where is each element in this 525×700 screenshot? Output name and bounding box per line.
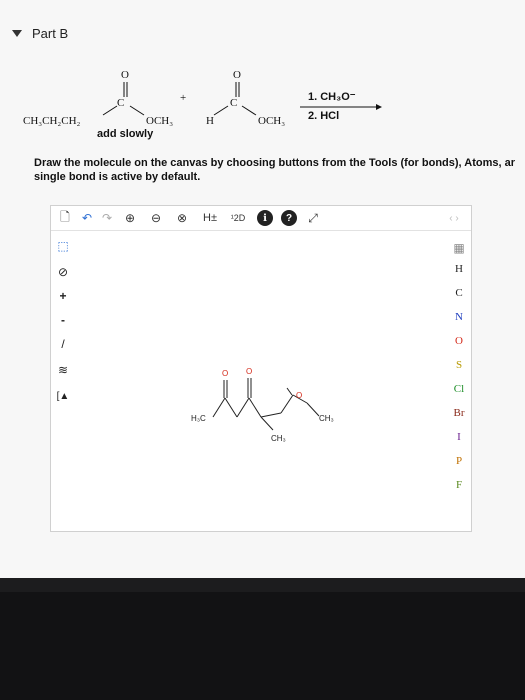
condition-2: 2. HCl [308, 110, 339, 122]
reactant2-bond-left [213, 105, 229, 116]
methyl-label-bottom: CH₃ [271, 434, 286, 443]
reactant1-bond-left [102, 105, 118, 116]
reactant2-och3: OCH₃ [258, 115, 285, 127]
reactant2-oxygen: O [233, 69, 241, 81]
bond [280, 394, 294, 414]
bond [286, 387, 293, 396]
bond [248, 397, 262, 418]
oxygen-label: O [222, 369, 228, 378]
bond [236, 397, 250, 418]
plus-sign: + [180, 92, 186, 104]
reactant2-h: H [206, 115, 214, 127]
bond [212, 397, 226, 418]
oxygen-label: O [296, 391, 302, 400]
reaction-scheme: CH₃CH₂CH₂ C O OCH₃ + H C O OCH₃ 1. CH₃O⁻… [23, 69, 382, 127]
reactant1-och3: OCH₃ [146, 115, 173, 127]
device-bezel [0, 578, 525, 700]
bond [260, 412, 282, 418]
condition-1: 1. CH₃O⁻ [308, 91, 356, 103]
bond [306, 402, 320, 417]
reaction-arrow-head-icon [376, 104, 382, 110]
reactant2-bond-right [241, 105, 257, 116]
device-bezel-inner [0, 592, 525, 700]
methyl-label-left: H₃C [191, 414, 206, 423]
add-slowly-note: add slowly [97, 128, 154, 140]
instructions-line-2: single bond is active by default. [34, 171, 201, 183]
oxygen-label: O [246, 367, 252, 376]
reactant2-carbon: C [230, 97, 237, 109]
reactant1-chain: CH₃CH₂CH₂ [23, 115, 81, 127]
drawn-molecule[interactable]: O O O H₃C CH₃ CH₃ [51, 206, 471, 531]
drawing-canvas[interactable]: 🗋 ↶ ↷ ⊕ ⊖ ⊗ H± ¹2D ℹ ? ⤢ ‹ › ⬚ ⊘ + - / ≋… [50, 205, 472, 532]
reactant1-oxygen: O [121, 69, 129, 81]
bond [260, 416, 274, 431]
question-panel: Part B CH₃CH₂CH₂ C O OCH₃ + H C O OCH₃ 1… [0, 0, 525, 578]
reactant1-bond-right [129, 105, 145, 116]
reactant1-carbon: C [117, 97, 124, 109]
instructions: Draw the molecule on the canvas by choos… [34, 156, 525, 184]
instructions-line-1: Draw the molecule on the canvas by choos… [34, 157, 515, 169]
bond [224, 397, 238, 418]
methyl-label-right: CH₃ [319, 414, 334, 423]
